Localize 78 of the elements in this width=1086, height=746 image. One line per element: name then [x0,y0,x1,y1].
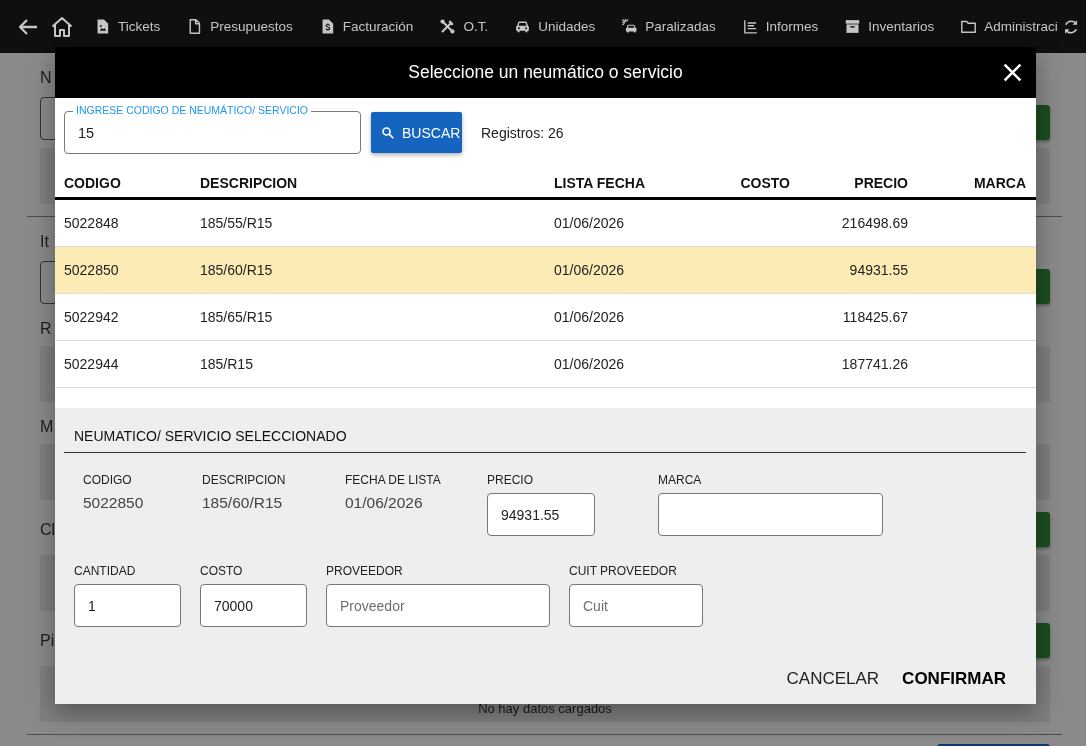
table-cell: 185/65/R15 [200,309,273,325]
section-label: Pi [40,631,55,650]
column-header: PRECIO [854,175,908,191]
table-cell: 118425.67 [842,309,908,325]
field-label: CUIT PROVEEDOR [569,564,677,578]
input-field[interactable]: 94931.55 [487,493,595,536]
empty-message: No hay datos cargados [478,701,612,716]
column-header: DESCRIPCION [200,175,298,191]
home-icon [50,14,74,39]
field-label: DESCRIPCION [202,473,286,487]
search-button[interactable]: BUSCAR [371,112,462,153]
nav-item[interactable]: O.T. [439,18,489,35]
table-row[interactable]: 5022942 185/65/R15 01/06/2026 118425.67 [55,294,1036,341]
table-cell: 5022942 [64,309,119,325]
section-label: N [40,69,52,87]
table-cell: 01/06/2026 [554,215,625,231]
field-label: MARCA [658,473,702,487]
table-cell: 5022848 [64,215,119,231]
record-count: Registros: 26 [481,124,564,141]
refresh-button[interactable] [1062,17,1080,36]
nav-item[interactable]: Inventarios [844,18,935,35]
field-value: 5022850 [83,494,144,512]
dialog-title: Seleccione un neumático o servicio [408,62,683,83]
nav-item[interactable]: Facturación [318,18,414,35]
field-value: 185/60/R15 [202,494,283,512]
tools-icon [439,18,457,35]
field-label: INGRESE CODIGO DE NEUMÁTICO/ SERVICIO [73,104,311,116]
input-field[interactable] [658,493,883,536]
field-label: PROVEEDOR [326,564,403,578]
section-label: It [40,233,49,251]
table-cell: 5022850 [64,262,119,278]
table-cell: 94931.55 [849,262,908,278]
table-cell: 01/06/2026 [554,309,625,325]
nav-item[interactable]: Informes [741,18,819,35]
table-row[interactable]: 5022850 185/60/R15 01/06/2026 94931.55 [55,247,1036,294]
field-label: PRECIO [487,473,533,487]
input-field[interactable]: 1 [74,584,181,627]
input-field[interactable]: Cuit [569,584,703,627]
confirm-button[interactable]: CONFIRMAR [894,669,1014,689]
table-cell: 185/55/R15 [200,215,273,231]
close-icon [1002,62,1023,83]
list-icon [741,18,759,35]
column-header: LISTA FECHA [554,175,645,191]
folder-icon [960,18,978,35]
column-header: COSTO [740,175,790,191]
table-cell: 01/06/2026 [554,356,625,372]
home-button[interactable] [50,14,74,39]
cancel-button[interactable]: CANCELAR [778,669,888,689]
section-title: NEUMATICO/ SERVICIO SELECCIONADO [74,428,347,444]
field-label: FECHA DE LISTA [345,473,441,487]
car-burst-icon [621,18,639,35]
table-cell: 187741.26 [841,356,908,372]
refresh-icon [1062,17,1080,36]
nav-item[interactable]: Tickets [94,18,161,35]
section-label: Cl [40,520,56,539]
input-field[interactable]: Proveedor [326,584,550,627]
table-cell: 5022944 [64,356,119,372]
table-cell: 216498.69 [841,215,908,231]
close-button[interactable] [1002,62,1023,83]
field-value: 01/06/2026 [345,494,423,512]
archive-icon [844,18,862,35]
nav-item[interactable]: Administraci [960,18,1058,35]
field-label: CANTIDAD [74,564,136,578]
column-header: MARCA [973,175,1026,191]
table-cell: 185/R15 [200,356,253,372]
field-label: CODIGO [83,473,132,487]
table-cell: 185/60/R15 [200,262,273,278]
section-label: M [40,418,54,436]
table-cell: 01/06/2026 [554,262,625,278]
field-label: COSTO [200,564,243,578]
section-label: R [40,320,52,338]
nav-item[interactable]: Paralizadas [621,18,716,35]
input-field[interactable]: 70000 [200,584,307,627]
table-row[interactable]: 5022944 185/R15 01/06/2026 187741.26 [55,341,1036,388]
nav-item[interactable]: Presupuestos [186,18,293,35]
nav-item[interactable]: Unidades [514,18,596,35]
column-header: CODIGO [64,175,121,191]
search-icon [381,125,395,140]
